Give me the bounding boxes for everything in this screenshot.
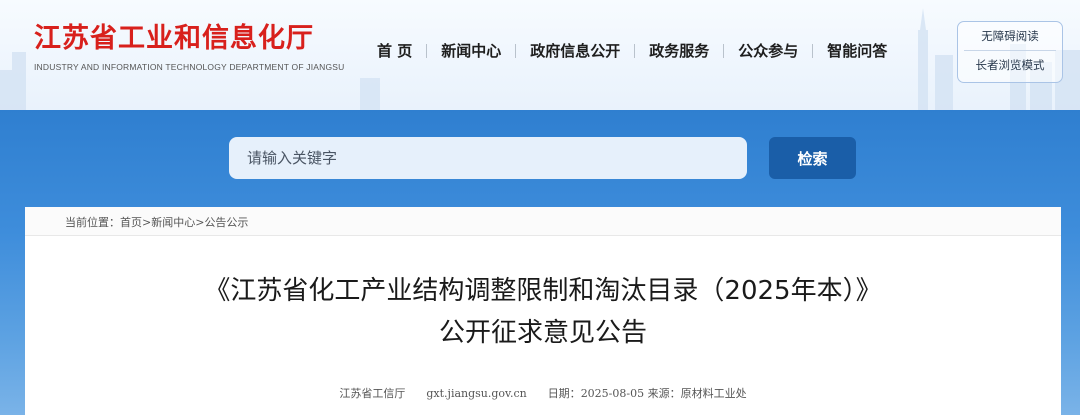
nav-divider — [812, 43, 814, 58]
site-logo[interactable]: 江苏省工业和信息化厅 INDUSTRY AND INFORMATION TECH… — [34, 22, 345, 72]
date-label: 日期： — [547, 387, 581, 400]
source-dept: 原材料工业处 — [680, 387, 747, 400]
article-title-line1: 《江苏省化工产业结构调整限制和淘汰目录（2025年本）》 — [204, 276, 882, 306]
breadcrumb-separator: > — [142, 216, 152, 229]
article-title: 《江苏省化工产业结构调整限制和淘汰目录（2025年本）》 公开征求意见公告 — [25, 270, 1061, 354]
nav-smart-qa[interactable]: 智能问答 — [827, 40, 887, 61]
breadcrumb: 当前位置：首页>新闻中心>公告公示 — [65, 214, 248, 230]
article-meta: 江苏省工信厅 gxt.jiangsu.gov.cn 日期：2025-08-05 … — [25, 385, 1061, 401]
nav-gov-info-disclosure[interactable]: 政府信息公开 — [530, 40, 620, 61]
accessibility-panel: 无障碍阅读 长者浏览模式 — [957, 21, 1063, 83]
search-input[interactable] — [229, 137, 747, 179]
breadcrumb-home[interactable]: 首页 — [120, 216, 142, 229]
main-nav: 首 页 新闻中心 政府信息公开 政务服务 公众参与 智能问答 — [377, 40, 887, 61]
elderly-mode-button[interactable]: 长者浏览模式 — [958, 51, 1062, 79]
accessible-reading-button[interactable]: 无障碍阅读 — [958, 22, 1062, 50]
logo-chinese-title: 江苏省工业和信息化厅 — [34, 23, 314, 54]
logo-english-title: INDUSTRY AND INFORMATION TECHNOLOGY DEPA… — [34, 62, 345, 72]
nav-news-center[interactable]: 新闻中心 — [441, 40, 501, 61]
nav-home[interactable]: 首 页 — [377, 40, 412, 61]
nav-divider — [723, 43, 725, 58]
nav-gov-services[interactable]: 政务服务 — [649, 40, 709, 61]
breadcrumb-prefix: 当前位置： — [65, 216, 120, 229]
publisher: 江苏省工信厅 — [339, 387, 406, 400]
publish-date: 2025-08-05 — [580, 387, 645, 400]
breadcrumb-news-center[interactable]: 新闻中心 — [151, 216, 195, 229]
nav-divider — [426, 43, 428, 58]
site-domain: gxt.jiangsu.gov.cn — [426, 387, 527, 400]
site-header: 江苏省工业和信息化厅 INDUSTRY AND INFORMATION TECH… — [0, 0, 1080, 110]
source-label: 来源： — [647, 387, 681, 400]
nav-divider — [515, 43, 517, 58]
search-button[interactable]: 检索 — [769, 137, 856, 179]
nav-public-participation[interactable]: 公众参与 — [738, 40, 798, 61]
article-card: 当前位置：首页>新闻中心>公告公示 《江苏省化工产业结构调整限制和淘汰目录（20… — [25, 207, 1061, 415]
nav-divider — [634, 43, 636, 58]
article-title-line2: 公开征求意见公告 — [438, 318, 647, 348]
breadcrumb-bar: 当前位置：首页>新闻中心>公告公示 — [25, 207, 1061, 236]
breadcrumb-announcements[interactable]: 公告公示 — [204, 216, 248, 229]
